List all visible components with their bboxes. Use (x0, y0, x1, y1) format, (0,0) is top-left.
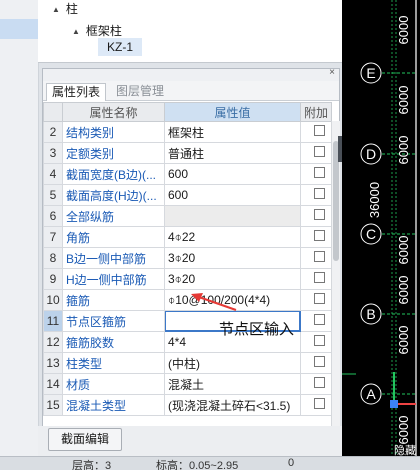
dimension-label: 36000 (367, 182, 382, 218)
annotation-arrow-line (195, 295, 237, 311)
axis-label: D (366, 146, 376, 162)
axis-origin-marker (390, 400, 398, 408)
dimension-label: 6000 (396, 416, 411, 445)
axis-label: E (366, 65, 375, 81)
cad-canvas[interactable]: E D C B A 6000 6000 6000 36000 6000 6000 6000 6000 隐藏 (342, 0, 420, 456)
axis-label: C (366, 226, 376, 242)
status-bar: 层高：3 标高：0.05~2.95 0 (0, 456, 420, 470)
status-floor-height: 层高：3 (72, 460, 112, 470)
annotation-text: 节点区输入 (219, 321, 295, 338)
status-elevation: 标高：0.05~2.95 (156, 460, 239, 470)
dimension-label: 6000 (396, 86, 411, 115)
dimension-label: 6000 (396, 236, 411, 265)
dimension-label: 6000 (396, 16, 411, 45)
axis-label: A (366, 386, 376, 402)
dimension-label: 6000 (396, 136, 411, 165)
cad-hint-text: 隐藏 (394, 444, 416, 456)
dimension-label: 6000 (396, 326, 411, 355)
dimension-label: 6000 (396, 276, 411, 305)
axis-label: B (366, 306, 375, 322)
cad-drawing[interactable]: EDCBA600060006000360006000600060006000隐藏 (342, 0, 420, 456)
status-count: 0 (288, 457, 295, 469)
section-edit-button[interactable]: 截面编辑 (48, 428, 123, 451)
